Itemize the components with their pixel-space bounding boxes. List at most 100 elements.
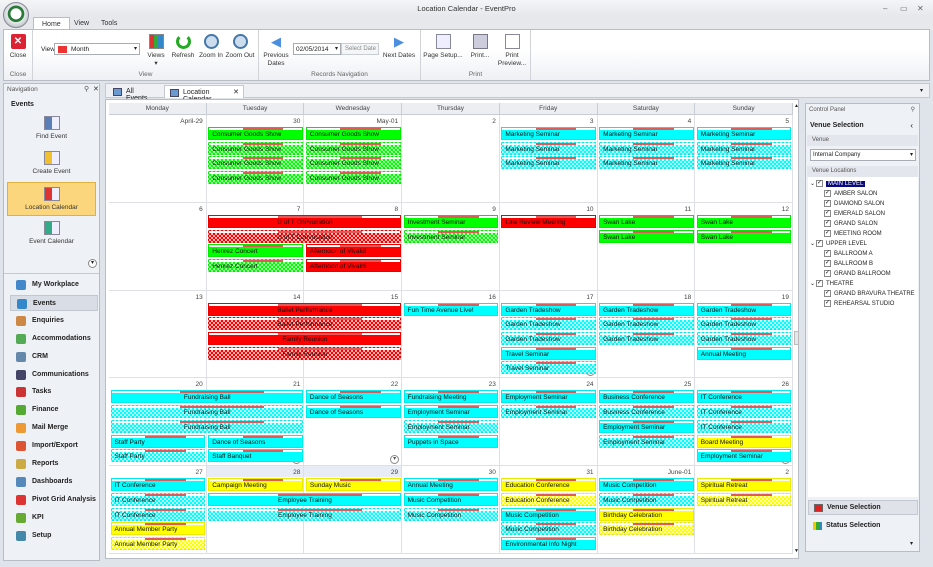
event[interactable]: Employment Seminar: [599, 419, 694, 433]
event[interactable]: Music Competition: [501, 522, 597, 536]
venue-selection-button[interactable]: Venue Selection: [808, 500, 918, 515]
event[interactable]: Spiritual Retreat: [696, 492, 792, 506]
next-dates-button[interactable]: ▶ Next Dates: [381, 34, 417, 60]
checkbox[interactable]: ✓: [824, 200, 831, 207]
event[interactable]: Fun Time Avenue Live!: [403, 302, 499, 316]
event[interactable]: Swan Lake: [599, 214, 694, 228]
event[interactable]: Marketing Seminar: [501, 141, 597, 155]
event[interactable]: Education Conference: [501, 478, 597, 492]
checkbox[interactable]: ✓: [824, 190, 831, 197]
zoom-out-button[interactable]: Zoom Out: [225, 34, 255, 60]
sidebar-item-my-workplace[interactable]: My Workplace: [10, 277, 98, 293]
event[interactable]: Garden Tradeshow: [599, 302, 694, 316]
event[interactable]: Staff Banquet: [208, 449, 303, 463]
event[interactable]: Garden Tradeshow: [599, 332, 694, 345]
event[interactable]: Afternoon of Vivaldi: [305, 258, 401, 272]
tab-list-dropdown[interactable]: ▾: [920, 87, 923, 94]
event[interactable]: IT Conference: [110, 507, 206, 521]
event[interactable]: Family Reunion: [208, 346, 401, 360]
event[interactable]: Birthday Celebration: [599, 507, 694, 521]
date-input[interactable]: 02/05/2014 ▾: [293, 43, 341, 55]
tree-item[interactable]: ✓ DIAMOND SALON: [824, 200, 884, 210]
event[interactable]: Consumer Goods Show: [305, 141, 401, 155]
close-panel-icon[interactable]: ✕: [93, 85, 99, 93]
event[interactable]: Consumer Goods Show: [208, 171, 303, 185]
event[interactable]: Staff Party: [110, 434, 206, 448]
event[interactable]: Marketing Seminar: [501, 156, 597, 170]
sidebar-item-reports[interactable]: Reports: [10, 456, 98, 472]
print-button[interactable]: Print...: [467, 34, 493, 60]
zoom-in-button[interactable]: Zoom In: [198, 34, 224, 60]
event[interactable]: Employment Seminar: [501, 405, 597, 419]
event[interactable]: IT Conference: [696, 419, 792, 433]
nav-location-calendar[interactable]: Location Calendar: [7, 182, 96, 216]
event[interactable]: Henrez Concert: [208, 258, 303, 272]
checkbox[interactable]: ✓: [824, 220, 831, 227]
event[interactable]: Fundraising Ball: [110, 390, 303, 404]
event[interactable]: Swan Lake: [599, 229, 694, 243]
event[interactable]: Education Conference: [501, 492, 597, 506]
event[interactable]: Investment Seminar: [403, 229, 499, 243]
sidebar-item-mail-merge[interactable]: Mail Merge: [10, 420, 98, 436]
tree-item[interactable]: ✓ GRAND BRAVURA THEATRE: [824, 290, 915, 300]
checkbox[interactable]: ✓: [824, 260, 831, 267]
event[interactable]: U of T Convocation: [208, 229, 401, 243]
event[interactable]: Birthday Celebration: [599, 522, 694, 536]
event[interactable]: Staff Party: [110, 449, 206, 463]
event[interactable]: Environmental Info Night: [501, 537, 597, 550]
print-preview-button[interactable]: Print Preview...: [497, 34, 527, 67]
checkbox[interactable]: ✓: [816, 180, 823, 187]
event[interactable]: Dance of Seasons: [208, 434, 303, 448]
tree-item[interactable]: ✓ BALLROOM B: [824, 260, 873, 270]
tab-all-events[interactable]: All Events: [108, 85, 162, 102]
event[interactable]: Ballet Performance: [208, 317, 401, 331]
tree-item[interactable]: ⌄ ✓ UPPER LEVEL: [810, 240, 867, 250]
day-cell[interactable]: April-29: [109, 115, 207, 203]
event[interactable]: Employee Training: [208, 507, 401, 521]
event[interactable]: Business Conference: [599, 390, 694, 404]
nav-find-event[interactable]: Find Event: [7, 112, 96, 146]
event[interactable]: Garden Tradeshow: [696, 317, 792, 331]
sidebar-item-finance[interactable]: Finance: [10, 402, 98, 418]
event[interactable]: Music Competition: [599, 478, 694, 492]
select-date-button[interactable]: Select Date: [341, 43, 379, 55]
view-select[interactable]: Month ▾: [54, 43, 140, 55]
event[interactable]: Travel Seminar: [501, 346, 597, 360]
event[interactable]: Ballet Performance: [208, 302, 401, 316]
status-selection-button[interactable]: Status Selection: [808, 519, 918, 534]
checkbox[interactable]: ✓: [824, 300, 831, 307]
scroll-up-icon[interactable]: ▲: [794, 103, 799, 109]
event[interactable]: Garden Tradeshow: [501, 332, 597, 345]
sidebar-item-import-export[interactable]: Import/Export: [10, 438, 98, 454]
event[interactable]: Board Meeting: [696, 434, 792, 448]
checkbox[interactable]: ✓: [824, 270, 831, 277]
close-button[interactable]: ✕ Close: [7, 34, 29, 60]
event[interactable]: Employment Seminar: [599, 434, 694, 448]
event[interactable]: Consumer Goods Show: [208, 156, 303, 170]
sidebar-item-communications[interactable]: Communications: [10, 367, 98, 383]
tree-item[interactable]: ⌄ ✓ THEATRE: [810, 280, 854, 290]
event[interactable]: Marketing Seminar: [599, 127, 694, 140]
nav-event-calendar[interactable]: Event Calendar: [7, 217, 96, 251]
pin-icon[interactable]: ⚲: [911, 106, 915, 113]
event[interactable]: Puppets in Space: [403, 434, 499, 448]
event[interactable]: Garden Tradeshow: [501, 302, 597, 316]
event[interactable]: IT Conference: [696, 405, 792, 419]
event[interactable]: Garden Tradeshow: [696, 302, 792, 316]
vertical-scrollbar[interactable]: ▲ ▼: [794, 103, 799, 554]
event[interactable]: IT Conference: [110, 492, 206, 506]
event[interactable]: Henrez Concert: [208, 244, 303, 258]
tree-item[interactable]: ✓ REHEARSAL STUDIO: [824, 300, 894, 310]
checkbox[interactable]: ✓: [824, 250, 831, 257]
close-window-button[interactable]: ✕: [917, 4, 924, 13]
scroll-thumb[interactable]: [794, 331, 799, 345]
event[interactable]: Garden Tradeshow: [696, 332, 792, 345]
more-panels-button[interactable]: ▾: [910, 540, 913, 547]
sidebar-item-pivot-grid-analysis[interactable]: Pivot Grid Analysis: [10, 492, 98, 508]
event[interactable]: Music Competition: [403, 507, 499, 521]
sidebar-item-enquiries[interactable]: Enquiries: [10, 313, 98, 329]
sidebar-item-accommodations[interactable]: Accommodations: [10, 331, 98, 347]
tab-location-calendar[interactable]: Location Calendar✕: [164, 85, 244, 103]
event[interactable]: Campaign Meeting: [208, 478, 303, 492]
event[interactable]: Consumer Goods Show: [305, 171, 401, 185]
